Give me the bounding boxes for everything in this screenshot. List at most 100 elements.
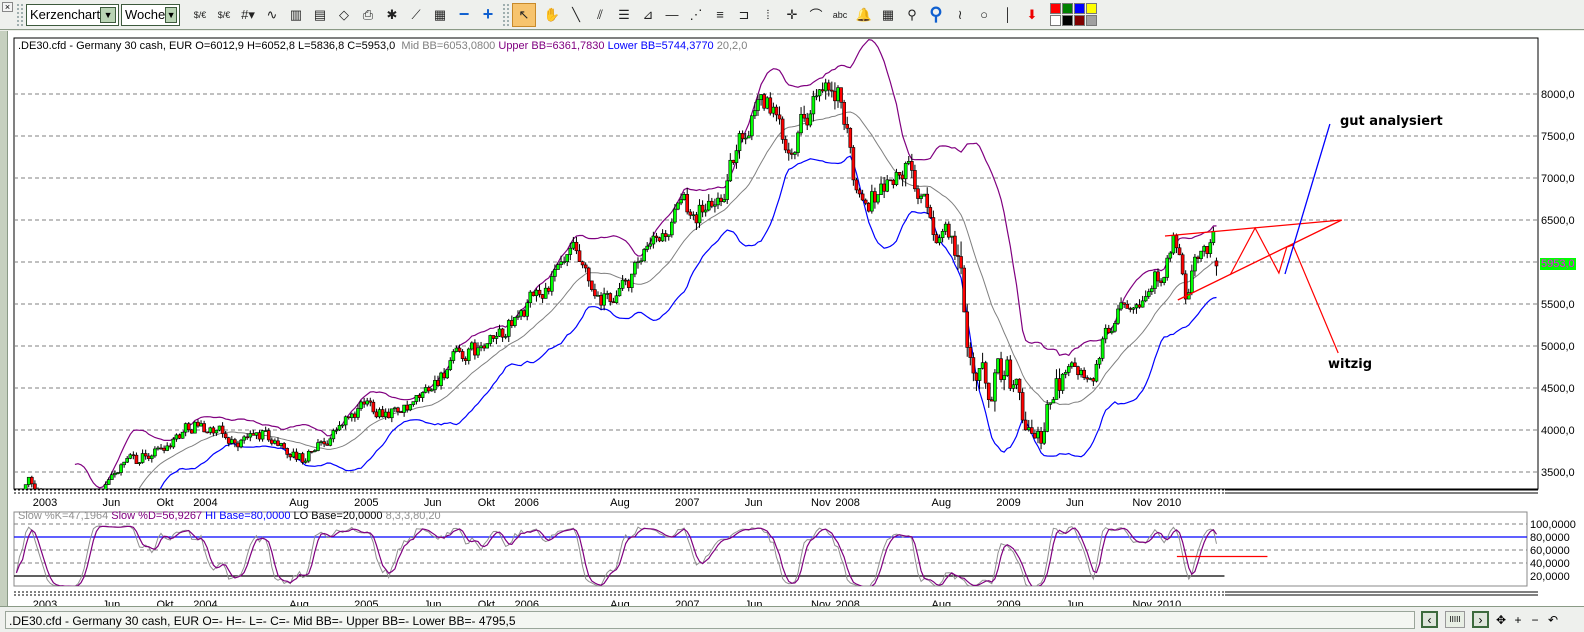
candle[interactable] — [180, 431, 185, 439]
candle-body — [506, 320, 511, 337]
candle[interactable] — [962, 265, 966, 313]
candle[interactable] — [21, 490, 24, 498]
candle-body — [774, 106, 779, 116]
date-axis-label: Jun — [103, 497, 121, 509]
candle-body — [974, 372, 979, 381]
scroll-thumb[interactable]: IIIII — [1445, 611, 1465, 628]
annotation-gut-analysiert[interactable]: gut analysiert — [1340, 114, 1443, 129]
candle-body — [150, 455, 154, 459]
candle-body — [380, 409, 385, 418]
candle[interactable] — [1183, 270, 1188, 304]
candle-body — [706, 200, 711, 211]
candle[interactable] — [408, 404, 413, 412]
date-axis-label: 2009 — [996, 599, 1020, 606]
date-axis-label: 2009 — [996, 497, 1020, 509]
candle[interactable] — [762, 92, 766, 111]
candle-body — [999, 358, 1003, 380]
candle-body — [731, 159, 736, 164]
candle-body — [1100, 338, 1105, 359]
candle-body — [316, 442, 320, 451]
candle[interactable] — [193, 421, 197, 434]
candle-body — [405, 404, 410, 411]
candle-body — [934, 234, 939, 244]
candle-body — [230, 439, 234, 444]
move-icon[interactable]: ✥ — [1493, 611, 1509, 628]
candle-body — [556, 264, 560, 270]
candle-body — [645, 245, 650, 250]
candle-body — [183, 423, 188, 433]
candle-body — [663, 233, 668, 237]
candle-body — [497, 328, 502, 337]
candle[interactable] — [1008, 355, 1013, 392]
candle-body — [577, 250, 582, 263]
candle[interactable] — [18, 492, 21, 503]
candle-body — [319, 441, 323, 443]
candle-body — [122, 461, 126, 466]
candle[interactable] — [531, 291, 536, 297]
zoom-plus-button[interactable]: + — [1511, 611, 1525, 628]
candle[interactable] — [1100, 336, 1105, 362]
candle[interactable] — [470, 341, 474, 351]
scroll-right-button[interactable]: › — [1472, 611, 1489, 628]
candle[interactable] — [996, 358, 1000, 375]
candle[interactable] — [796, 130, 800, 157]
candle[interactable] — [642, 247, 646, 262]
candle-body — [833, 90, 837, 102]
candle[interactable] — [1045, 400, 1050, 433]
date-axis-label: 2007 — [675, 599, 699, 606]
candle-body — [177, 434, 182, 439]
candle[interactable] — [780, 116, 785, 144]
candle[interactable] — [239, 438, 243, 449]
candle-body — [562, 261, 566, 263]
candle-body — [879, 183, 883, 195]
zoom-minus-button[interactable]: − — [1528, 611, 1542, 628]
candle-body — [1143, 296, 1148, 302]
candle-body — [891, 179, 896, 185]
candle[interactable] — [1020, 388, 1025, 424]
candle[interactable] — [1060, 372, 1065, 394]
candle[interactable] — [765, 96, 770, 110]
candle-body — [153, 448, 157, 457]
undo-icon[interactable]: ↶ — [1545, 611, 1561, 628]
candle-body — [980, 362, 985, 369]
candle-body — [196, 421, 200, 427]
candle-body — [553, 269, 557, 277]
candle-body — [303, 460, 308, 463]
candle[interactable] — [888, 179, 893, 182]
candle-body — [956, 255, 960, 257]
candle-body — [159, 447, 163, 450]
candle[interactable] — [98, 496, 101, 509]
candle[interactable] — [190, 428, 194, 434]
candle[interactable] — [485, 343, 490, 349]
candle[interactable] — [297, 453, 302, 461]
scroll-left-button[interactable]: ‹ — [1421, 611, 1438, 628]
candle[interactable] — [851, 145, 856, 186]
candle-body — [1045, 404, 1050, 432]
candle-body — [740, 133, 745, 140]
candle-body — [356, 408, 360, 418]
candle-body — [682, 194, 686, 200]
candle[interactable] — [445, 369, 450, 380]
date-axis-label: 2003 — [33, 497, 57, 509]
candle-body — [1180, 254, 1185, 275]
candle[interactable] — [946, 221, 951, 240]
candle[interactable] — [922, 193, 926, 197]
candle[interactable] — [217, 425, 222, 432]
candle[interactable] — [15, 497, 18, 505]
candle-body — [460, 351, 465, 359]
candle[interactable] — [1180, 252, 1185, 276]
candle-body — [110, 474, 114, 480]
candle[interactable] — [866, 202, 871, 213]
price-axis-label: 6500,0 — [1541, 215, 1575, 227]
candle[interactable] — [676, 202, 680, 211]
candle-body — [30, 476, 34, 485]
candle-body — [993, 372, 997, 402]
candle-body — [383, 411, 388, 418]
candle-body — [1199, 250, 1203, 259]
candle[interactable] — [300, 451, 305, 465]
candle[interactable] — [1165, 255, 1170, 281]
annotation-witzig[interactable]: witzig — [1328, 357, 1372, 372]
candle[interactable] — [171, 437, 176, 449]
date-axis-label: Jun — [745, 497, 763, 509]
candle[interactable] — [306, 449, 311, 463]
